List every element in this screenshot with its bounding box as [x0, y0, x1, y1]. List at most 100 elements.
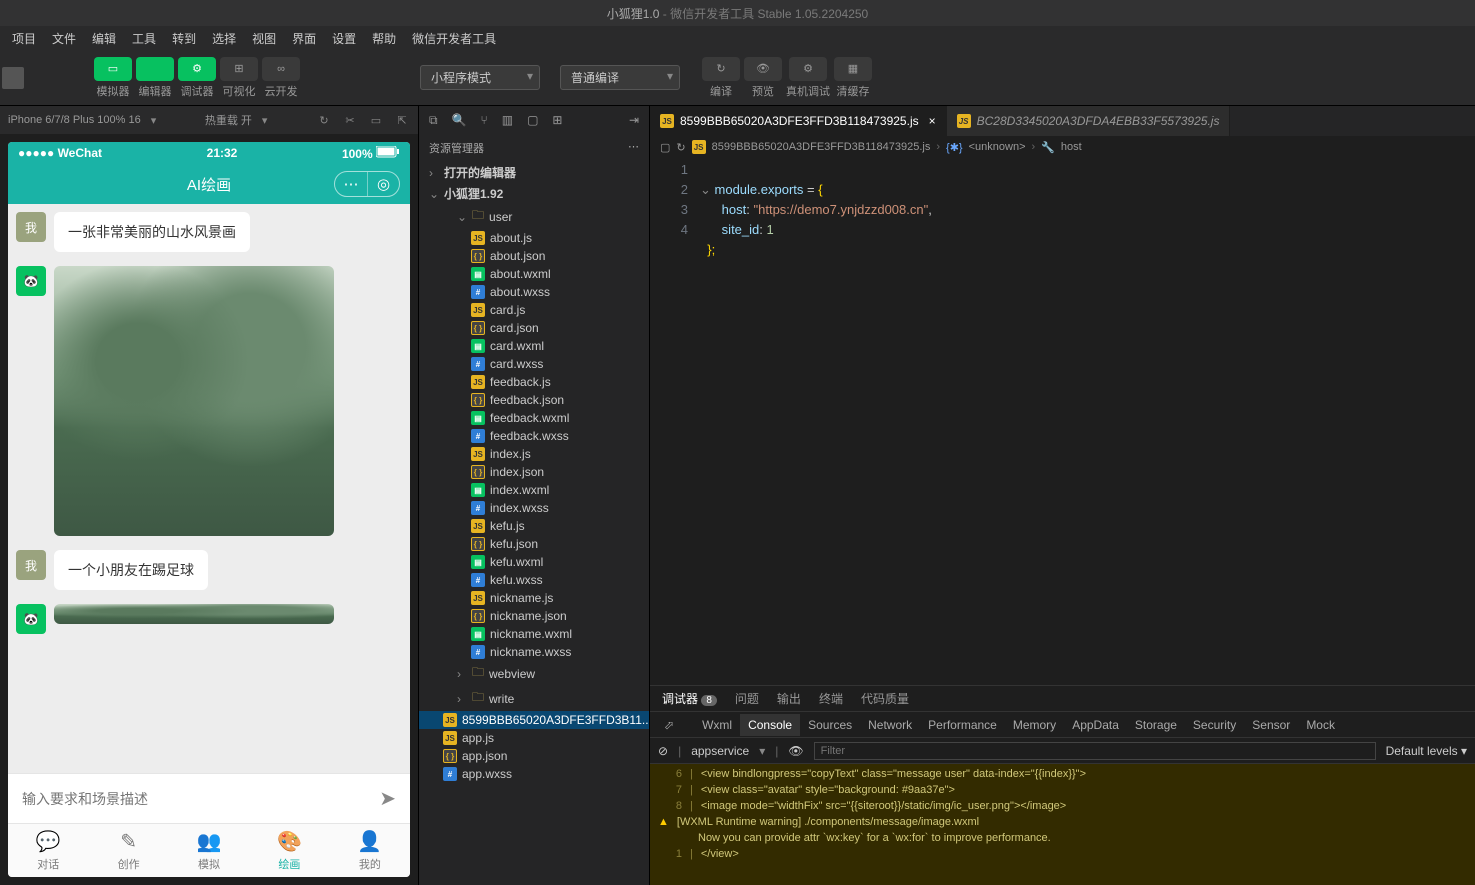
tree-item[interactable]: # card.wxss	[419, 355, 649, 373]
menu-视图[interactable]: 视图	[244, 30, 284, 47]
devtool-tab-Security[interactable]: Security	[1185, 714, 1244, 736]
tree-item[interactable]: { } about.json	[419, 247, 649, 265]
sim-device[interactable]: iPhone 6/7/8 Plus 100% 16	[8, 114, 141, 126]
devtool-tab-Sensor[interactable]: Sensor	[1244, 714, 1298, 736]
tree-item[interactable]: # app.wxss	[419, 765, 649, 783]
toolbar-可视化[interactable]: ⊞可视化	[220, 57, 258, 99]
menu-帮助[interactable]: 帮助	[364, 30, 404, 47]
tree-item[interactable]: JS index.js	[419, 445, 649, 463]
tree-item[interactable]: ▤ feedback.wxml	[419, 409, 649, 427]
panel-icon[interactable]: ▥	[502, 113, 513, 127]
phone-body[interactable]: 我一张非常美丽的山水风景画🐼我一个小朋友在踢足球🐼	[8, 204, 410, 773]
action-编译[interactable]: ↻编译	[702, 57, 740, 99]
tree-item[interactable]: JS card.js	[419, 301, 649, 319]
devtool-tab-Sources[interactable]: Sources	[800, 714, 860, 736]
menu-文件[interactable]: 文件	[44, 30, 84, 47]
filter-input[interactable]	[814, 742, 1376, 760]
box-icon[interactable]: ▢	[527, 113, 538, 127]
devtool-tab-Mock[interactable]: Mock	[1298, 714, 1343, 736]
code-editor[interactable]: 1234 ⌄ module.exports = { host: "https:/…	[650, 158, 1475, 685]
tree-item[interactable]: ›🗀 webview	[419, 661, 649, 686]
devtool-tab-Storage[interactable]: Storage	[1127, 714, 1185, 736]
devtool-tab-AppData[interactable]: AppData	[1064, 714, 1127, 736]
target-icon[interactable]: ◎	[367, 172, 399, 196]
compile-select[interactable]: 普通编译	[560, 65, 680, 90]
menu-工具[interactable]: 工具	[124, 30, 164, 47]
devtool-tab-Console[interactable]: Console	[740, 714, 800, 736]
console-output[interactable]: 6| <view bindlongpress="copyText" class=…	[650, 764, 1475, 885]
file-tree[interactable]: › 打开的编辑器⌄ 小狐狸1.92⌄🗀 userJS about.js{ } a…	[419, 162, 649, 885]
tab-创作[interactable]: ✎创作	[88, 824, 168, 877]
tree-item[interactable]: { } kefu.json	[419, 535, 649, 553]
more-icon[interactable]: ⋯	[628, 140, 639, 156]
breadcrumb[interactable]: ▢ ↻ JS 8599BBB65020A3DFE3FFD3B118473925.…	[650, 136, 1475, 158]
ext-icon[interactable]: ⊞	[552, 113, 562, 127]
popout-icon[interactable]: ⇱	[394, 112, 410, 128]
menu-编辑[interactable]: 编辑	[84, 30, 124, 47]
device-icon[interactable]: ▭	[368, 112, 384, 128]
eye-icon[interactable]: 👁	[788, 744, 803, 758]
tab-我的[interactable]: 👤我的	[330, 824, 410, 877]
editor-tab[interactable]: JSBC28D3345020A3DFDA4EBB33F5573925.js	[947, 106, 1231, 136]
tree-item[interactable]: ▤ about.wxml	[419, 265, 649, 283]
debug-tab-输出[interactable]: 输出	[777, 690, 801, 707]
message-image[interactable]	[54, 266, 334, 536]
toolbar-编辑器[interactable]: 编辑器	[136, 57, 174, 99]
tree-item[interactable]: # nickname.wxss	[419, 643, 649, 661]
history-icon[interactable]: ↻	[676, 141, 685, 154]
tree-item[interactable]: { } index.json	[419, 463, 649, 481]
cut-icon[interactable]: ✂	[342, 112, 358, 128]
debug-tab-调试器[interactable]: 调试器 8	[662, 690, 717, 707]
menu-微信开发者工具[interactable]: 微信开发者工具	[404, 30, 504, 47]
toolbar-调试器[interactable]: ⚙调试器	[178, 57, 216, 99]
close-icon[interactable]: ×	[929, 114, 936, 128]
bookmark-icon[interactable]: ▢	[660, 141, 670, 154]
collapse-icon[interactable]: ⇥	[629, 113, 639, 127]
tree-section[interactable]: ⌄ 小狐狸1.92	[419, 183, 649, 204]
action-预览[interactable]: 👁预览	[744, 57, 782, 99]
tab-模拟[interactable]: 👥模拟	[169, 824, 249, 877]
branch-icon[interactable]: ⑂	[481, 113, 488, 127]
tab-绘画[interactable]: 🎨绘画	[249, 824, 329, 877]
debug-tab-代码质量[interactable]: 代码质量	[861, 690, 909, 707]
menu-项目[interactable]: 项目	[4, 30, 44, 47]
debug-tab-终端[interactable]: 终端	[819, 690, 843, 707]
action-真机调试[interactable]: ⚙真机调试	[786, 57, 830, 99]
devtool-tab-Memory[interactable]: Memory	[1005, 714, 1064, 736]
menu-设置[interactable]: 设置	[324, 30, 364, 47]
tree-item[interactable]: ›🗀 write	[419, 686, 649, 711]
toolbar-模拟器[interactable]: ▭模拟器	[94, 57, 132, 99]
menu-界面[interactable]: 界面	[284, 30, 324, 47]
context-select[interactable]: appservice	[691, 744, 749, 758]
tree-item[interactable]: JS app.js	[419, 729, 649, 747]
tree-item[interactable]: # feedback.wxss	[419, 427, 649, 445]
hot-reload[interactable]: 热重载 开	[205, 112, 252, 128]
message-image[interactable]	[54, 604, 334, 624]
menu-选择[interactable]: 选择	[204, 30, 244, 47]
tree-item[interactable]: { } nickname.json	[419, 607, 649, 625]
inspect-icon[interactable]: ⬀	[656, 714, 682, 736]
tree-item[interactable]: JS about.js	[419, 229, 649, 247]
editor-tab[interactable]: JS8599BBB65020A3DFE3FFD3B118473925.js×	[650, 106, 947, 136]
tree-item[interactable]: { } feedback.json	[419, 391, 649, 409]
tree-item[interactable]: JS feedback.js	[419, 373, 649, 391]
refresh-icon[interactable]: ↻	[316, 112, 332, 128]
message-bubble[interactable]: 一个小朋友在踢足球	[54, 550, 208, 590]
debug-tab-问题[interactable]: 问题	[735, 690, 759, 707]
toolbar-云开发[interactable]: ∞云开发	[262, 57, 300, 99]
tree-item[interactable]: ⌄🗀 user	[419, 204, 649, 229]
tree-item[interactable]: JS 8599BBB65020A3DFE3FFD3B11...	[419, 711, 649, 729]
message-bubble[interactable]: 一张非常美丽的山水风景画	[54, 212, 250, 252]
tree-item[interactable]: JS nickname.js	[419, 589, 649, 607]
search-icon[interactable]: 🔍	[452, 113, 467, 127]
devtool-tab-Performance[interactable]: Performance	[920, 714, 1005, 736]
devtool-tab-Wxml[interactable]: Wxml	[694, 714, 740, 736]
tree-item[interactable]: { } app.json	[419, 747, 649, 765]
send-icon[interactable]: ➤	[379, 786, 396, 811]
tree-item[interactable]: ▤ kefu.wxml	[419, 553, 649, 571]
tree-item[interactable]: ▤ index.wxml	[419, 481, 649, 499]
files-icon[interactable]: ⧉	[429, 113, 438, 128]
levels-select[interactable]: Default levels ▾	[1386, 744, 1467, 758]
tab-对话[interactable]: 💬对话	[8, 824, 88, 877]
menu-dots-icon[interactable]: ⋯	[335, 172, 367, 196]
